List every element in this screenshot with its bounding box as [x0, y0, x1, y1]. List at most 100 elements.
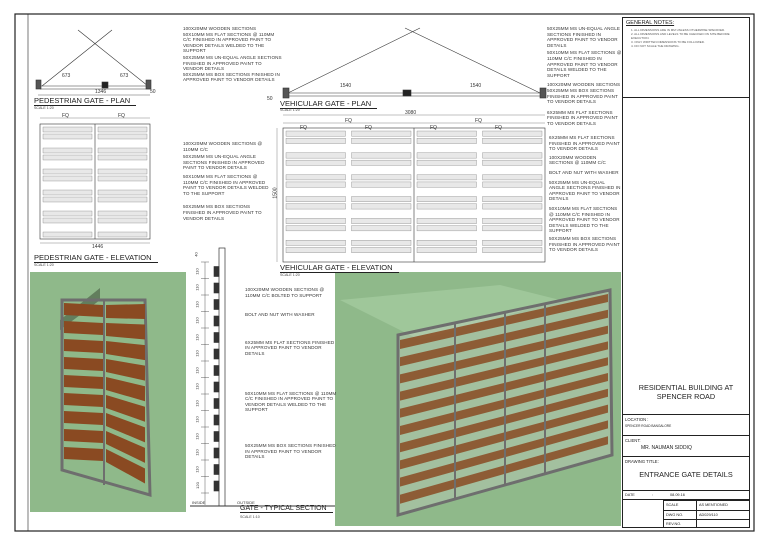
note: 50X25MM MS UN-EQUAL ANGLE SECTIONS FINIS… — [547, 26, 621, 48]
dimension: 673 — [120, 73, 129, 79]
wooden-section — [213, 464, 220, 475]
dimension: 120 — [194, 482, 200, 489]
wooden-slat — [64, 393, 103, 407]
wooden-slat — [97, 168, 148, 175]
wooden-slat — [64, 321, 103, 335]
wooden-slat — [97, 189, 148, 196]
wooden-slat — [416, 152, 477, 159]
pedestrian-elevation-scale: SCALE 1:20 — [34, 263, 54, 267]
client-section: CLIENT: MR. NAUMAN SIDDIQ — [623, 436, 749, 457]
wooden-section — [213, 447, 220, 459]
wooden-slat — [285, 138, 346, 144]
pedestrian-plan-title: PEDESTRIAN GATE - PLAN — [34, 96, 137, 106]
dimension: 3080 — [405, 110, 417, 116]
wooden-slat — [42, 175, 93, 182]
wooden-slat — [351, 138, 412, 144]
dwg-no-value: AD029/110 — [696, 510, 750, 519]
note: 6X25MM MS FLAT SECTIONS FINISHED IN APPR… — [547, 109, 618, 126]
dimension: 1540 — [340, 83, 352, 89]
note: 50X25MM MS BOX SECTIONS FINISHED IN APPR… — [547, 87, 618, 105]
wooden-slat — [482, 181, 543, 188]
inside-label: INSIDE — [192, 500, 206, 505]
wooden-section — [213, 332, 220, 343]
wooden-slat — [97, 231, 148, 238]
dimension: 673 — [62, 73, 71, 79]
wooden-slat — [42, 126, 93, 133]
wooden-slat — [42, 168, 93, 175]
wooden-slat — [42, 210, 93, 217]
dimension: 110 — [194, 317, 200, 324]
section-title: GATE - TYPICAL SECTION — [240, 505, 333, 513]
wooden-slat — [285, 174, 346, 181]
note: 50X25MM MS BOX SECTIONS FINISHED IN APPR… — [549, 235, 620, 253]
wooden-slat — [97, 126, 148, 133]
wooden-slat — [416, 159, 477, 166]
dimension: FQ — [345, 118, 352, 124]
pedestrian-plan-scale: SCALE 1:20 — [34, 106, 54, 110]
dimension: FQ — [300, 125, 307, 131]
dimension: FQ — [62, 113, 69, 119]
wooden-section — [213, 282, 220, 294]
wooden-slat — [351, 240, 412, 246]
dimension: 1500 — [272, 187, 279, 199]
wooden-slat — [42, 217, 93, 224]
dimension: 50 — [267, 96, 273, 102]
dimension: 110 — [194, 449, 200, 456]
dimension: 110 — [194, 399, 200, 407]
wooden-slat — [482, 225, 543, 232]
wooden-slat — [285, 159, 346, 166]
wooden-section — [213, 480, 220, 492]
drawing-title-section: DRAWING TITLE: ENTRANCE GATE DETAILS — [623, 457, 749, 491]
wooden-slat — [64, 357, 103, 371]
vehicular-elevation-scale: SCALE 1:20 — [280, 273, 300, 277]
date-row: DATE : 08.09.16 — [623, 491, 749, 500]
wooden-slat — [482, 196, 543, 202]
rev-no-value — [696, 519, 750, 528]
date-separator: : — [651, 493, 653, 497]
wooden-slat — [416, 138, 477, 144]
wooden-slat — [416, 225, 477, 232]
dwg-no-label: DWG NO. — [663, 510, 696, 519]
dimension: 110 — [194, 383, 200, 390]
wooden-slat — [97, 196, 148, 203]
wooden-slat — [42, 196, 93, 203]
pedestrian-elevation-title: PEDESTRIAN GATE - ELEVATION — [34, 253, 158, 263]
wooden-slat — [351, 130, 412, 137]
vehicular-elevation-title: VEHICULAR GATE - ELEVATION — [280, 263, 399, 273]
note: 50X25MM MS UN-EQUAL ANGLE SECTIONS FINIS… — [549, 179, 621, 202]
wooden-slat — [97, 154, 148, 161]
wooden-slat — [42, 154, 93, 161]
general-notes: GENERAL NOTES: 1. ALL DIMENSIONS ARE IN … — [623, 18, 749, 98]
wooden-slat — [416, 218, 477, 224]
note: 100X20MM WOODEN SECTIONS @ 110MM C/C BOL… — [245, 287, 325, 298]
wooden-section — [213, 431, 220, 442]
dimension: 1446 — [92, 244, 104, 250]
dimension: FQ — [365, 125, 372, 131]
outside-label: OUTSIDE — [237, 500, 255, 505]
dimension: 110 — [194, 465, 200, 473]
pedestrian-plan-drawing — [35, 29, 152, 96]
wooden-slat — [351, 203, 412, 210]
wooden-slat — [351, 181, 412, 188]
dimension: FQ — [118, 113, 125, 119]
wooden-slat — [416, 196, 477, 202]
wooden-section — [213, 398, 220, 409]
wooden-slat — [285, 247, 346, 253]
wooden-section — [213, 348, 220, 360]
wooden-slat — [64, 411, 103, 425]
note: 6X25MM MS FLAT SECTIONS FINISHED IN APPR… — [245, 339, 335, 356]
wooden-slat — [351, 196, 412, 202]
wooden-slat — [64, 447, 103, 461]
client-value: MR. NAUMAN SIDDIQ — [641, 445, 692, 451]
wooden-section — [213, 299, 220, 310]
wooden-slat — [64, 339, 103, 353]
vehicular-plan-notes: 50X25MM MS UN-EQUAL ANGLE SECTIONS FINIS… — [547, 26, 623, 127]
wooden-slat — [97, 147, 148, 154]
wooden-slat — [416, 174, 477, 181]
wooden-slat — [482, 203, 543, 210]
wooden-slat — [482, 174, 543, 181]
rev-no-label: REV.NO. — [663, 519, 696, 528]
wooden-slat — [351, 247, 412, 253]
scale-value: AS MENTIONED — [696, 500, 750, 510]
pedestrian-elevation-drawing — [39, 117, 151, 244]
